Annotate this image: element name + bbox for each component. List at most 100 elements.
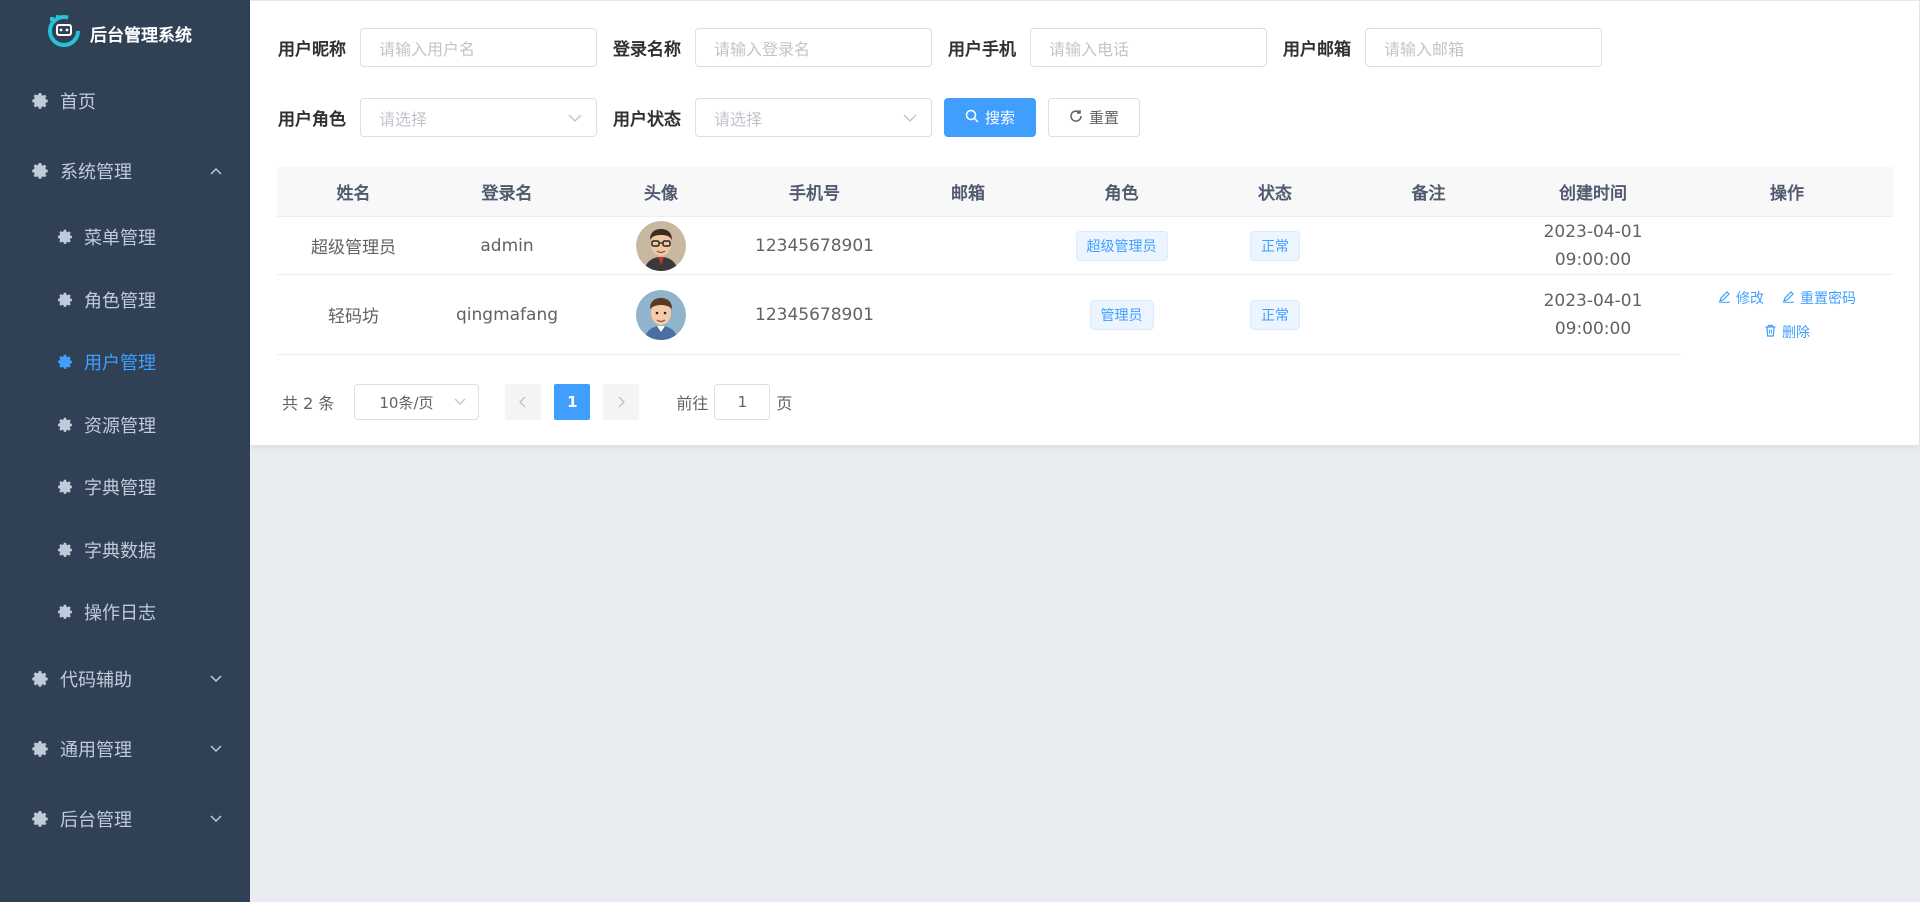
search-button-label: 搜索 <box>985 109 1016 127</box>
sidebar-item-code-helper[interactable]: 代码辅助 <box>0 644 250 714</box>
gear-icon <box>56 416 74 434</box>
sidebar-item-resource-management[interactable]: 资源管理 <box>0 394 250 457</box>
sidebar-item-dict-management[interactable]: 字典管理 <box>0 456 250 519</box>
chevron-down-icon <box>210 744 222 753</box>
sidebar-item-label: 字典管理 <box>84 478 156 500</box>
gear-icon <box>56 478 74 496</box>
sidebar-item-label: 后台管理 <box>60 809 132 831</box>
column-header-actions: 操作 <box>1770 184 1804 204</box>
role-tag: 管理员 <box>1089 299 1154 330</box>
phone-placeholder: 请输入电话 <box>1049 39 1130 59</box>
gear-icon <box>30 669 50 689</box>
sidebar-item-dict-data[interactable]: 字典数据 <box>0 519 250 582</box>
cell-login: admin <box>480 235 534 256</box>
avatar <box>636 289 686 340</box>
sidebar-item-general-management[interactable]: 通用管理 <box>0 714 250 784</box>
row-actions: 修改 重置密码 删除 <box>1718 288 1856 342</box>
status-placeholder: 请选择 <box>714 109 763 129</box>
avatar <box>636 220 686 271</box>
edit-button[interactable]: 修改 <box>1718 288 1764 308</box>
sidebar: 后台管理系统 首页 系统管理 菜单管理 角色管理 用户管理 资源管理 字典管理 … <box>0 0 250 902</box>
goto-page-input[interactable]: 1 <box>714 384 771 420</box>
chevron-down-icon <box>454 398 466 406</box>
sidebar-item-home[interactable]: 首页 <box>0 66 250 136</box>
nickname-input[interactable]: 请输入用户名 <box>360 28 597 67</box>
gear-icon <box>56 541 74 559</box>
cell-phone: 12345678901 <box>755 235 874 256</box>
column-header-remark: 备注 <box>1411 184 1446 204</box>
reset-password-button[interactable]: 重置密码 <box>1782 288 1856 308</box>
sidebar-item-label: 资源管理 <box>84 415 156 437</box>
delete-label: 删除 <box>1782 325 1810 341</box>
role-select[interactable]: 请选择 <box>360 98 597 137</box>
login-name-label: 登录名称 <box>613 40 681 60</box>
sidebar-item-label: 首页 <box>60 92 96 113</box>
goto-page: 前往 1 页 <box>676 384 792 420</box>
column-header-phone: 手机号 <box>789 184 840 204</box>
search-button[interactable]: 搜索 <box>944 98 1037 137</box>
reset-button[interactable]: 重置 <box>1048 98 1141 137</box>
chevron-down-icon <box>210 674 222 683</box>
prev-page-button[interactable] <box>505 384 542 420</box>
role-tag: 超级管理员 <box>1075 230 1168 261</box>
column-header-email: 邮箱 <box>951 184 985 204</box>
search-icon <box>965 109 979 127</box>
sidebar-item-user-management[interactable]: 用户管理 <box>0 331 250 394</box>
cell-status: 正常 <box>1198 275 1352 355</box>
gear-icon <box>56 353 74 371</box>
trash-icon <box>1764 324 1777 341</box>
status-tag: 正常 <box>1250 230 1300 261</box>
gear-icon <box>30 91 50 111</box>
email-field: 用户邮箱 请输入邮箱 <box>1283 28 1602 67</box>
goto-prefix: 前往 <box>676 394 709 413</box>
sidebar-item-system[interactable]: 系统管理 <box>0 136 250 206</box>
sidebar-item-label: 代码辅助 <box>60 669 132 691</box>
cell-email <box>891 275 1045 355</box>
phone-field: 用户手机 请输入电话 <box>948 28 1267 67</box>
brand: 后台管理系统 <box>0 0 250 66</box>
cell-role: 管理员 <box>1045 275 1198 355</box>
chevron-down-icon <box>210 814 222 823</box>
sidebar-item-label: 菜单管理 <box>84 228 156 250</box>
phone-input[interactable]: 请输入电话 <box>1030 28 1267 67</box>
sidebar-item-backend-management[interactable]: 后台管理 <box>0 784 250 854</box>
login-name-input[interactable]: 请输入登录名 <box>695 28 932 67</box>
sidebar-item-role-management[interactable]: 角色管理 <box>0 269 250 332</box>
chevron-down-icon <box>568 114 582 122</box>
cell-name: 超级管理员 <box>311 238 396 258</box>
gear-icon <box>56 291 74 309</box>
cell-created: 2023-04-01 09:00:00 <box>1505 275 1681 355</box>
column-header-status: 状态 <box>1258 184 1292 204</box>
next-page-button[interactable] <box>603 384 640 420</box>
page-number-current[interactable]: 1 <box>554 384 591 420</box>
role-field: 用户角色 请选择 <box>278 98 597 137</box>
created-time: 2023-04-01 09:00:00 <box>1543 290 1643 339</box>
sidebar-item-menu-management[interactable]: 菜单管理 <box>0 206 250 269</box>
status-select[interactable]: 请选择 <box>695 98 932 137</box>
phone-label: 用户手机 <box>948 40 1016 60</box>
role-placeholder: 请选择 <box>379 109 428 129</box>
cell-avatar <box>584 275 738 355</box>
edit-label: 修改 <box>1736 291 1764 307</box>
cell-avatar <box>584 217 738 274</box>
cell-remark <box>1352 217 1505 274</box>
page-size-select[interactable]: 10条/页 <box>354 384 480 420</box>
pagination: 共 2 条 10条/页 1 前往 1 页 <box>282 384 792 420</box>
sidebar-item-operation-log[interactable]: 操作日志 <box>0 581 250 644</box>
sidebar-item-label: 操作日志 <box>84 603 156 625</box>
column-header-login: 登录名 <box>481 184 533 204</box>
chevron-up-icon <box>210 167 222 175</box>
column-header-role: 角色 <box>1104 184 1139 204</box>
sidebar-item-label: 通用管理 <box>60 739 132 761</box>
created-time: 2023-04-01 09:00:00 <box>1543 221 1643 270</box>
email-input[interactable]: 请输入邮箱 <box>1365 28 1602 67</box>
sidebar-item-label: 用户管理 <box>84 353 156 375</box>
delete-button[interactable]: 删除 <box>1764 322 1810 342</box>
chevron-down-icon <box>903 114 917 122</box>
cell-created: 2023-04-01 09:00:00 <box>1505 217 1681 274</box>
user-management-panel: 用户昵称 请输入用户名 登录名称 请输入登录名 用户手机 请输入电话 用户邮箱 … <box>250 1 1919 445</box>
cell-remark <box>1352 275 1505 355</box>
row-actions-line: 修改 重置密码 <box>1718 288 1856 308</box>
sidebar-item-label: 系统管理 <box>60 162 132 183</box>
goto-suffix: 页 <box>776 394 793 413</box>
